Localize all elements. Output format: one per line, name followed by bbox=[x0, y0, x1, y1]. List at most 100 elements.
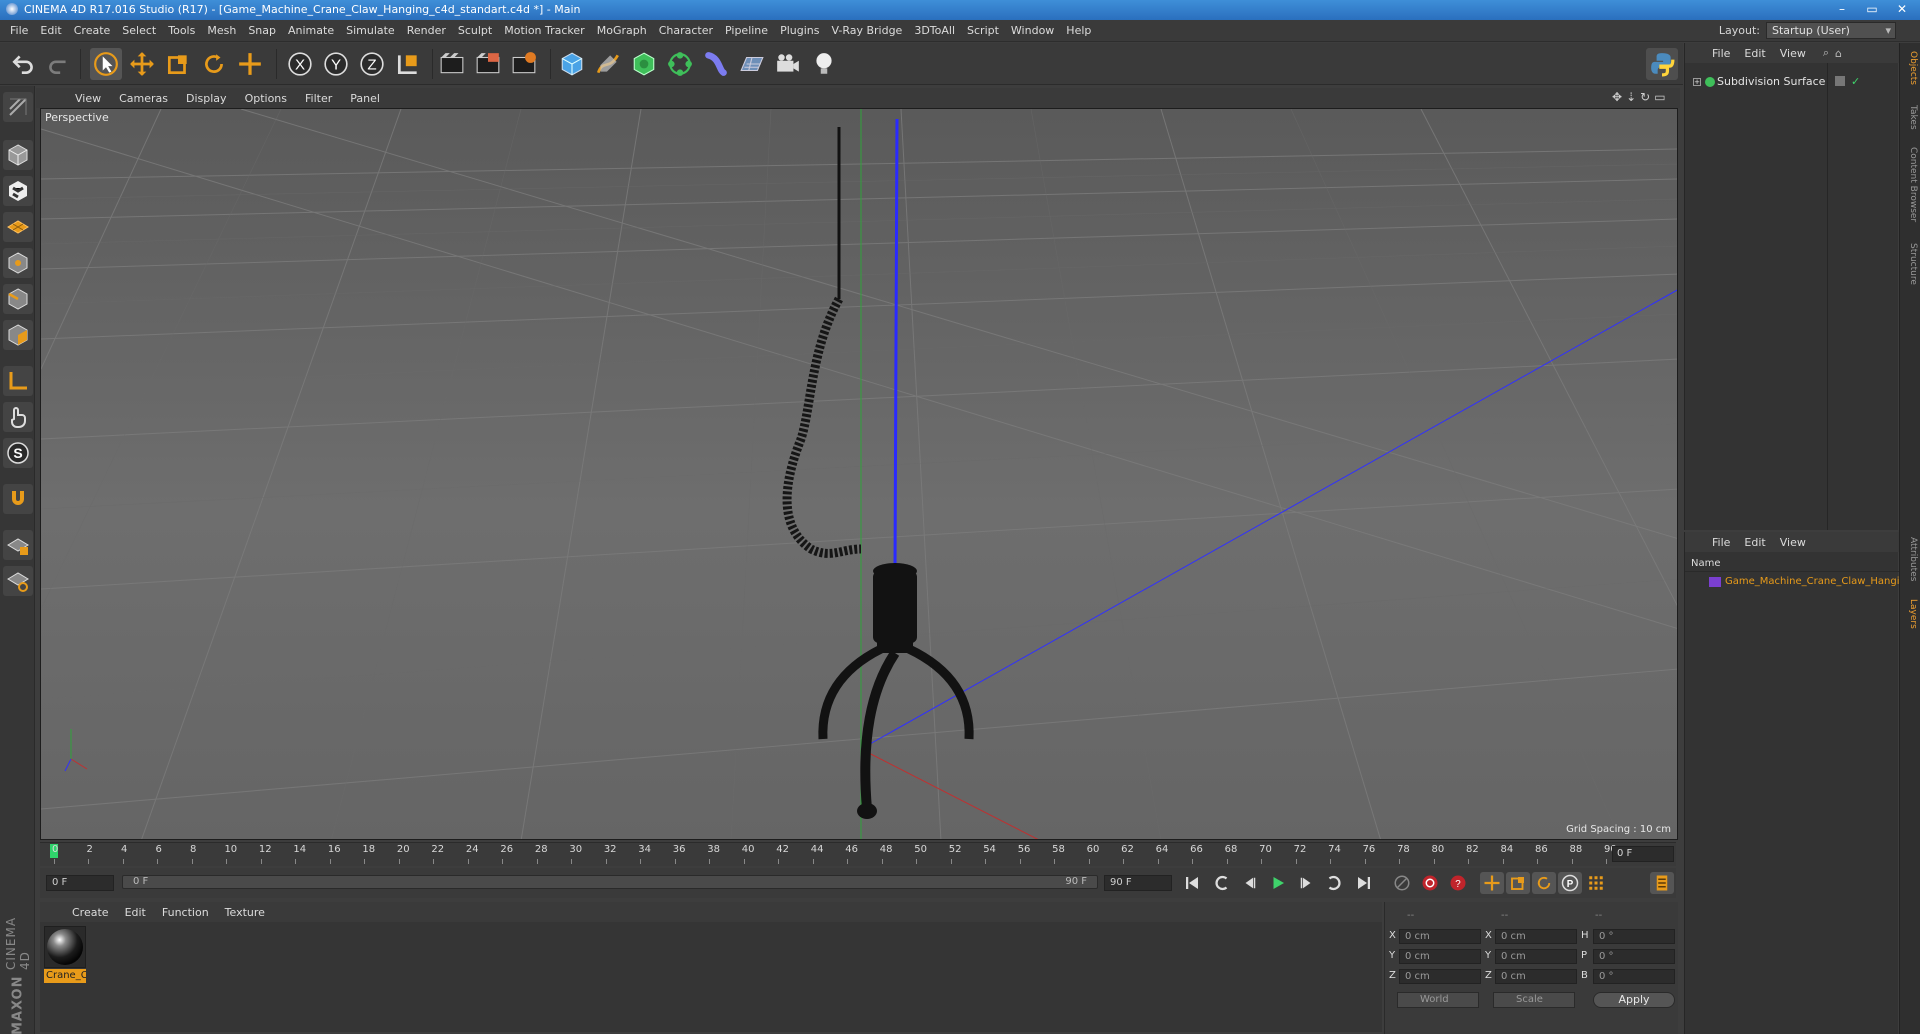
zoom-view-icon[interactable]: ⇣ bbox=[1626, 90, 1636, 104]
go-to-end-button[interactable] bbox=[1352, 872, 1376, 894]
prev-key-button[interactable] bbox=[1210, 872, 1234, 894]
render-view-button[interactable] bbox=[436, 48, 468, 80]
add-camera-button[interactable] bbox=[772, 48, 804, 80]
y-axis-button[interactable]: Y bbox=[320, 48, 352, 80]
menu-select[interactable]: Select bbox=[116, 24, 162, 37]
add-floor-button[interactable] bbox=[736, 48, 768, 80]
menu-render[interactable]: Render bbox=[401, 24, 452, 37]
material-swatch[interactable] bbox=[44, 926, 86, 968]
expand-icon[interactable]: + bbox=[1693, 78, 1701, 86]
menu-edit[interactable]: Edit bbox=[34, 24, 67, 37]
viewport-menu-cameras[interactable]: Cameras bbox=[110, 92, 177, 105]
search-icon[interactable]: ⌕ bbox=[1823, 46, 1829, 60]
home-icon[interactable]: ⌂ bbox=[1835, 47, 1842, 60]
layer-menu-edit[interactable]: Edit bbox=[1737, 536, 1772, 549]
coord-size-x-field[interactable]: 0 cm bbox=[1495, 929, 1577, 944]
add-cube-button[interactable] bbox=[556, 48, 588, 80]
viewport-menu-filter[interactable]: Filter bbox=[296, 92, 341, 105]
viewport-menu-options[interactable]: Options bbox=[236, 92, 296, 105]
current-frame-field[interactable]: 0 F bbox=[1612, 846, 1674, 862]
menu-simulate[interactable]: Simulate bbox=[340, 24, 401, 37]
apply-button[interactable]: Apply bbox=[1593, 992, 1675, 1008]
key-pla-button[interactable] bbox=[1584, 872, 1608, 894]
menu-file[interactable]: File bbox=[4, 24, 34, 37]
coord-rot-h-field[interactable]: 0 ° bbox=[1593, 929, 1675, 944]
menu-animate[interactable]: Animate bbox=[282, 24, 340, 37]
side-tab-takes[interactable]: Takes bbox=[1902, 105, 1918, 130]
material-menu-function[interactable]: Function bbox=[154, 906, 217, 919]
minimize-button[interactable]: – bbox=[1828, 0, 1856, 18]
viewport-menu-panel[interactable]: Panel bbox=[341, 92, 389, 105]
workplane-button[interactable] bbox=[3, 212, 33, 242]
menu-character[interactable]: Character bbox=[653, 24, 719, 37]
menu-mograph[interactable]: MoGraph bbox=[591, 24, 653, 37]
perspective-viewport[interactable]: Perspective Grid Spacing : 10 cm bbox=[40, 108, 1678, 840]
go-to-start-button[interactable] bbox=[1180, 872, 1204, 894]
menu-snap[interactable]: Snap bbox=[242, 24, 282, 37]
side-tab-attributes[interactable]: Attributes bbox=[1902, 537, 1918, 581]
add-spline-button[interactable] bbox=[592, 48, 624, 80]
tweak-mode-button[interactable] bbox=[3, 402, 33, 432]
menu-motion-tracker[interactable]: Motion Tracker bbox=[498, 24, 590, 37]
enabled-check-icon[interactable]: ✓ bbox=[1851, 73, 1860, 91]
material-menu-texture[interactable]: Texture bbox=[217, 906, 273, 919]
key-param-button[interactable]: P bbox=[1558, 872, 1582, 894]
make-editable-button[interactable] bbox=[3, 92, 33, 122]
material-menu-create[interactable]: Create bbox=[64, 906, 117, 919]
points-mode-button[interactable] bbox=[3, 248, 33, 278]
prev-frame-button[interactable] bbox=[1238, 872, 1262, 894]
menu-mesh[interactable]: Mesh bbox=[201, 24, 242, 37]
rotate-tool-button[interactable] bbox=[198, 48, 230, 80]
world-coord-button[interactable] bbox=[392, 48, 424, 80]
next-key-button[interactable] bbox=[1322, 872, 1346, 894]
redo-button[interactable] bbox=[42, 48, 74, 80]
polygons-mode-button[interactable] bbox=[3, 320, 33, 350]
end-frame-field[interactable]: 90 F bbox=[1104, 875, 1172, 891]
coord-size-y-field[interactable]: 0 cm bbox=[1495, 949, 1577, 964]
move-view-icon[interactable]: ✥ bbox=[1612, 90, 1622, 104]
menu-help[interactable]: Help bbox=[1060, 24, 1097, 37]
object-row-subdivision-surface[interactable]: + Subdivision Surface ✓ bbox=[1685, 73, 1899, 91]
material-name-label[interactable]: Crane_C bbox=[44, 969, 86, 983]
layer-menu-view[interactable]: View bbox=[1773, 536, 1813, 549]
timeline-button[interactable] bbox=[1650, 872, 1674, 894]
viewport-menu-display[interactable]: Display bbox=[177, 92, 236, 105]
preview-range-slider[interactable]: 0 F 90 F bbox=[122, 875, 1098, 889]
coord-rot-p-field[interactable]: 0 ° bbox=[1593, 949, 1675, 964]
toggle-view-icon[interactable]: ▭ bbox=[1654, 90, 1665, 104]
start-frame-field[interactable]: 0 F bbox=[46, 875, 114, 891]
coord-rot-b-field[interactable]: 0 ° bbox=[1593, 969, 1675, 984]
x-axis-button[interactable]: X bbox=[284, 48, 316, 80]
material-menu-edit[interactable]: Edit bbox=[117, 906, 154, 919]
record-button[interactable] bbox=[1418, 872, 1442, 894]
edit-render-settings-button[interactable] bbox=[508, 48, 540, 80]
menu-3dtoall[interactable]: 3DToAll bbox=[908, 24, 961, 37]
coord-pos-z-field[interactable]: 0 cm bbox=[1399, 969, 1481, 984]
menu-vray-bridge[interactable]: V-Ray Bridge bbox=[825, 24, 908, 37]
scale-tool-button[interactable] bbox=[162, 48, 194, 80]
coord-mode-dropdown[interactable]: World bbox=[1397, 992, 1479, 1008]
add-object-button[interactable] bbox=[234, 48, 266, 80]
rotate-view-icon[interactable]: ↻ bbox=[1640, 90, 1650, 104]
side-tab-objects[interactable]: Objects bbox=[1902, 51, 1918, 85]
coord-pos-x-field[interactable]: 0 cm bbox=[1399, 929, 1481, 944]
key-move-button[interactable] bbox=[1480, 872, 1504, 894]
maximize-button[interactable]: ▭ bbox=[1858, 0, 1886, 18]
object-menu-edit[interactable]: Edit bbox=[1737, 47, 1772, 60]
texture-mode-button[interactable] bbox=[3, 176, 33, 206]
layout-dropdown[interactable]: Startup (User) bbox=[1766, 22, 1896, 39]
object-menu-file[interactable]: File bbox=[1705, 47, 1737, 60]
magnet-button[interactable] bbox=[3, 484, 33, 514]
coord-size-z-field[interactable]: 0 cm bbox=[1495, 969, 1577, 984]
play-button[interactable] bbox=[1266, 872, 1290, 894]
next-frame-button[interactable] bbox=[1294, 872, 1318, 894]
move-tool-button[interactable] bbox=[126, 48, 158, 80]
side-tab-structure[interactable]: Structure bbox=[1902, 243, 1918, 285]
axis-mode-button[interactable] bbox=[3, 366, 33, 396]
add-array-button[interactable] bbox=[664, 48, 696, 80]
edges-mode-button[interactable] bbox=[3, 284, 33, 314]
select-tool-button[interactable] bbox=[90, 48, 122, 80]
menu-script[interactable]: Script bbox=[961, 24, 1005, 37]
locked-grid-button[interactable] bbox=[3, 566, 33, 596]
autokey-button[interactable]: ? bbox=[1446, 872, 1470, 894]
